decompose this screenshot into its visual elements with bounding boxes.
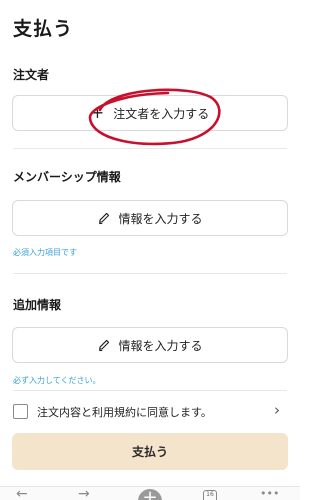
membership-section-label: メンバーシップ情報 [13,170,121,184]
new-tab-icon[interactable]: + [138,489,162,500]
plus-icon: + [90,103,105,122]
enter-additional-label: 情報を入力する [118,338,203,353]
membership-helper-text: 必須入力項目です [13,248,77,257]
enter-additional-button[interactable]: 情報を入力する [12,327,288,363]
additional-section-label: 追加情報 [13,298,62,312]
agreement-checkbox[interactable] [13,404,28,419]
page-title: 支払う [13,18,74,40]
pencil-icon [99,339,110,352]
agreement-row[interactable]: 注文内容と利用規約に同意します。 › [0,396,300,426]
pencil-icon [99,212,110,225]
enter-membership-button[interactable]: 情報を入力する [12,200,288,236]
pay-button[interactable]: 支払う [12,433,288,470]
enter-orderer-button[interactable]: + 注文者を入力する [12,95,288,131]
back-arrow-icon[interactable]: ← [16,487,28,500]
more-menu-icon[interactable]: ••• [260,487,279,500]
agreement-text: 注文内容と利用規約に同意します。 [37,406,212,419]
enter-membership-label: 情報を入力する [118,211,203,226]
divider [13,148,287,149]
enter-orderer-label: 注文者を入力する [113,106,210,121]
tab-count-icon[interactable]: 16 [203,490,217,500]
additional-helper-text: 必ず入力してください。 [13,376,101,385]
divider [13,273,287,274]
chevron-right-icon[interactable]: › [274,401,280,419]
forward-arrow-icon[interactable]: → [78,487,90,500]
pay-button-label: 支払う [131,445,168,459]
browser-bottom-bar: ← → + 16 ••• [0,486,300,500]
orderer-section-label: 注文者 [13,68,50,82]
divider [13,390,287,391]
